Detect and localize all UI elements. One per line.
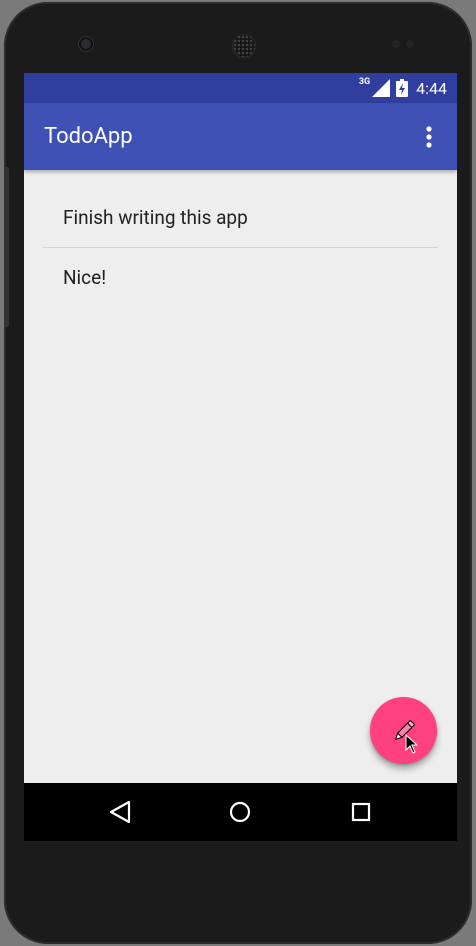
todo-item[interactable]: Nice! <box>43 247 438 307</box>
battery-charging-icon <box>396 79 409 97</box>
app-bar: TodoApp <box>24 103 457 170</box>
home-icon <box>229 801 251 823</box>
todo-list: Finish writing this app Nice! <box>43 188 438 307</box>
todo-item[interactable]: Finish writing this app <box>43 188 438 247</box>
overflow-menu-button[interactable] <box>411 119 447 155</box>
status-bar: 3G 4:44 <box>24 73 457 103</box>
add-todo-fab[interactable] <box>370 697 437 764</box>
front-camera <box>79 37 93 51</box>
network-type-label: 3G <box>358 77 371 87</box>
volume-button <box>4 167 9 327</box>
recents-icon <box>351 802 371 822</box>
mouse-cursor-icon <box>405 734 419 754</box>
back-icon <box>109 800 131 824</box>
proximity-sensor <box>392 40 400 48</box>
screen: 3G 4:44 TodoApp Finish writing this app … <box>24 73 457 841</box>
light-sensor <box>406 40 414 48</box>
status-clock: 4:44 <box>416 78 447 98</box>
back-button[interactable] <box>105 797 135 827</box>
recents-button[interactable] <box>346 797 376 827</box>
earpiece-speaker <box>233 35 255 57</box>
navigation-bar <box>24 783 457 841</box>
home-button[interactable] <box>225 797 255 827</box>
app-title: TodoApp <box>44 124 133 149</box>
more-vert-icon <box>426 126 432 148</box>
status-icons: 3G 4:44 <box>359 73 447 103</box>
signal-icon <box>372 79 391 97</box>
